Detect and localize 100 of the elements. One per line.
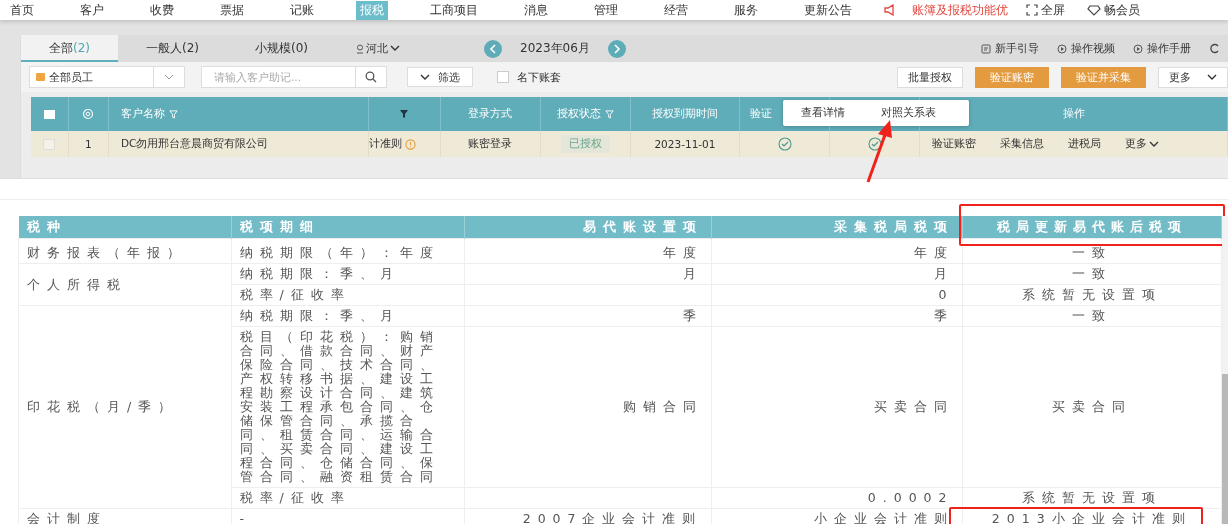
table-cell: 0.0002 xyxy=(711,487,962,509)
help-link[interactable]: 新手引导 xyxy=(981,41,1039,56)
document-icon xyxy=(981,43,991,54)
column-header: 操作 xyxy=(1062,107,1085,121)
table-cell: 税率/征收率 xyxy=(231,487,464,509)
filter-icon[interactable] xyxy=(604,109,614,119)
customer-name[interactable]: DC勿用邢台意晨商贸有限公司 xyxy=(120,137,269,151)
next-month-button[interactable] xyxy=(607,39,626,58)
caret-icon xyxy=(1207,73,1217,81)
table-cell: 计准则 xyxy=(368,137,402,151)
table-cell: 系统暂无设置项 xyxy=(962,284,1222,306)
nav-item[interactable]: 工商项目 xyxy=(426,0,482,20)
table-cell: 纳税期限：季、月 xyxy=(231,305,464,327)
select-all-checkbox[interactable] xyxy=(44,109,55,119)
previous-month-button[interactable] xyxy=(484,39,502,58)
nav-item[interactable]: 票据 xyxy=(216,0,248,20)
nav-item[interactable]: 更新公告 xyxy=(800,0,856,20)
staff-select[interactable]: 全部员工 xyxy=(29,66,185,88)
chevron-right-icon xyxy=(612,43,621,54)
table-cell: 0 xyxy=(711,284,962,306)
tax-type-cell: 个人所得税 xyxy=(18,263,231,306)
nav-item[interactable]: 消息 xyxy=(520,0,552,20)
table-row[interactable]: 1 DC勿用邢台意晨商贸有限公司 计准则 账密登录 已授权 2023-11-01 验证账密 采集信息 进税局 更多 xyxy=(31,131,1228,157)
column-header: 客户名称 xyxy=(120,107,165,121)
caret-icon xyxy=(1149,140,1160,148)
table-cell: 一致 xyxy=(962,238,1222,264)
membership-button[interactable]: 畅会员 xyxy=(1087,1,1140,19)
column-header: 登录方式 xyxy=(468,107,513,121)
table-cell: 2023-11-01 xyxy=(654,138,716,150)
status-tag: 已授权 xyxy=(560,135,610,153)
column-header: 税种 xyxy=(18,216,231,239)
column-header: 采集税局税项 xyxy=(711,216,962,239)
nav-item[interactable]: 记账 xyxy=(286,0,318,20)
fullscreen-button[interactable]: 全屏 xyxy=(1026,1,1065,19)
caret-icon xyxy=(164,74,174,80)
menu-item[interactable]: 对照关系表 xyxy=(881,106,936,120)
table-cell: 税目（印花税）：购销合同、借款合同、财产保险合同、技术合同、产权转移书据、建设工程勘察设计合同、建筑安装工程承包合同、仓储保管合同、承揽合同、租赁合同、运输合同、买卖合同、建设工程合同、仓储合同、保管合同、融资租赁合同 xyxy=(231,326,464,488)
operation-link[interactable]: 验证账密 xyxy=(932,137,977,151)
checkbox[interactable] xyxy=(497,71,509,83)
filter-icon[interactable] xyxy=(399,109,410,119)
column-header: 易代账设置项 xyxy=(464,216,711,239)
table-cell: 购销合同 xyxy=(464,326,711,488)
refresh-icon[interactable] xyxy=(1209,43,1220,54)
table-cell: 一致 xyxy=(962,305,1222,327)
warning-icon[interactable] xyxy=(404,138,416,150)
search-button[interactable] xyxy=(355,66,387,88)
table-cell: 季 xyxy=(464,305,711,327)
table-cell: 1 xyxy=(85,138,92,150)
settings-icon[interactable] xyxy=(82,108,95,120)
nav-item[interactable]: 经营 xyxy=(660,0,692,20)
diamond-icon xyxy=(1087,4,1101,16)
table-cell: 纳税期限（年）：年度 xyxy=(231,238,464,264)
help-link[interactable]: 操作视频 xyxy=(1057,41,1115,56)
caret-icon xyxy=(420,73,430,81)
tax-type-cell: 财务报表（年报） xyxy=(18,238,231,264)
help-link[interactable]: 操作手册 xyxy=(1133,41,1191,56)
nav-item[interactable]: 收费 xyxy=(146,0,178,20)
tab[interactable]: 小规模(0) xyxy=(227,35,336,62)
more-dropdown[interactable]: 更多 xyxy=(1158,66,1228,88)
column-header: 验证 xyxy=(750,107,773,121)
play-icon xyxy=(1057,43,1067,54)
table-cell: 年度 xyxy=(711,238,962,264)
table-cell: 买卖合同 xyxy=(962,326,1222,488)
nav-item[interactable]: 客户 xyxy=(76,0,108,20)
search-icon[interactable] xyxy=(365,71,377,83)
play-icon xyxy=(1133,43,1143,54)
nav-item[interactable]: 服务 xyxy=(730,0,762,20)
action-button[interactable]: 批量授权 xyxy=(897,66,963,88)
table-cell: 年度 xyxy=(464,238,711,264)
nav-item[interactable]: 首页 xyxy=(6,0,38,20)
table-cell: 一致 xyxy=(962,263,1222,285)
operation-link[interactable]: 采集信息 xyxy=(1000,137,1045,151)
table-cell: 买卖合同 xyxy=(711,326,962,488)
notice-text[interactable]: 账簿及报税功能优 xyxy=(912,1,1008,19)
nav-item[interactable]: 管理 xyxy=(590,0,622,20)
menu-item[interactable]: 查看详情 xyxy=(801,106,845,120)
more-dropdown[interactable]: 更多 xyxy=(1125,137,1160,151)
column-header: 税项期细 xyxy=(231,216,464,239)
table-cell: 账密登录 xyxy=(468,137,513,151)
scrollbar-thumb[interactable] xyxy=(1222,374,1228,524)
month-label: 2023年06月 xyxy=(520,40,590,57)
tab[interactable]: 一般人(2) xyxy=(118,35,227,62)
search-field[interactable]: 请输入客户助记... xyxy=(201,66,355,88)
filter-icon[interactable] xyxy=(168,109,178,119)
row-checkbox[interactable] xyxy=(43,138,56,150)
table-cell: 月 xyxy=(711,263,962,285)
table-cell: 纳税期限：季、月 xyxy=(231,263,464,285)
column-header: 授权到期时间 xyxy=(651,107,718,121)
region-select[interactable]: 河北 xyxy=(356,41,400,56)
operation-link[interactable]: 进税局 xyxy=(1068,137,1102,151)
column-header: 授权状态 xyxy=(556,107,601,121)
chevron-left-icon xyxy=(489,43,497,54)
filter-button[interactable]: 筛选 xyxy=(407,67,473,87)
table-cell: 季 xyxy=(711,305,962,327)
table-cell: 税率/征收率 xyxy=(231,284,464,306)
tab[interactable]: 全部(2) xyxy=(21,35,118,62)
tax-type-cell: 会计制度 xyxy=(18,508,231,524)
tax-type-cell: 印花税（月/季） xyxy=(18,305,231,509)
caret-icon xyxy=(390,45,400,52)
checkbox-label: 名下账套 xyxy=(517,69,561,85)
